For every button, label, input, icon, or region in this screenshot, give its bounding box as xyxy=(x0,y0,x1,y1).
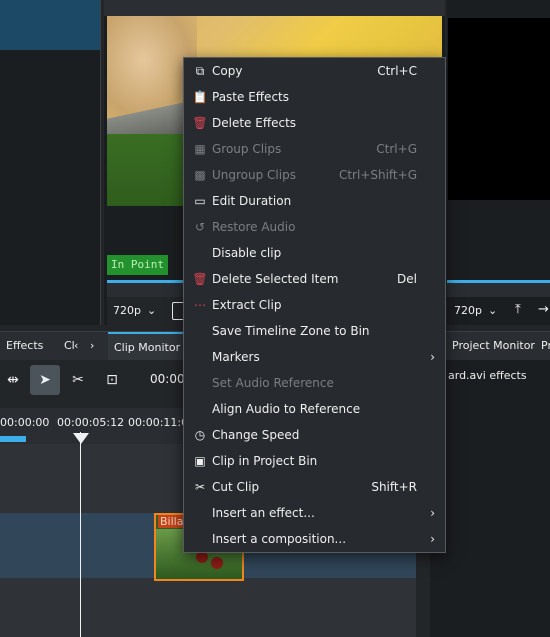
ruler-label: 00:00:00 xyxy=(0,416,50,429)
menu-item-insert-a-composition[interactable]: Insert a composition... › xyxy=(184,526,445,552)
ungroup-icon: ▩ xyxy=(194,168,206,182)
duration-icon: ▭ xyxy=(194,194,206,208)
menu-item-markers[interactable]: Markers › xyxy=(184,344,445,370)
chevron-down-icon: ⌄ xyxy=(487,304,498,317)
project-zoom-value: 720p xyxy=(454,304,482,317)
menu-item-delete-effects[interactable]: 🗑 Delete Effects xyxy=(184,110,445,136)
menu-item-label: Extract Clip xyxy=(212,298,282,312)
select-tool-icon[interactable]: ➤ xyxy=(30,365,60,395)
menu-item-label: Change Speed xyxy=(212,428,300,442)
clip-monitor-frame xyxy=(104,0,445,16)
playhead-handle[interactable] xyxy=(73,433,89,444)
tab-scroll-left-icon[interactable]: ‹ xyxy=(72,332,80,360)
menu-item-label: Clip in Project Bin xyxy=(212,454,318,468)
menu-item-label: Align Audio to Reference xyxy=(212,402,361,416)
menu-item-save-timeline-zone-to-bin[interactable]: Save Timeline Zone to Bin xyxy=(184,318,445,344)
menu-item-label: Set Audio Reference xyxy=(212,376,334,390)
paste-icon: 📋 xyxy=(192,90,208,104)
timeline-zone-bar[interactable] xyxy=(0,436,26,442)
menu-item-delete-selected-item[interactable]: 🗑 Delete Selected Item Del xyxy=(184,266,445,292)
tab-scroll-right-icon[interactable]: › xyxy=(88,332,96,360)
menu-item-shortcut: Ctrl+Shift+G xyxy=(338,168,417,182)
menu-item-group-clips: ▦ Group Clips Ctrl+G xyxy=(184,136,445,162)
menu-item-label: Ungroup Clips xyxy=(212,168,296,182)
ruler-label: 00:00:11:0 xyxy=(128,416,189,429)
menu-item-label: Delete Effects xyxy=(212,116,297,130)
clip-zoom-value: 720p xyxy=(113,304,141,317)
menu-item-copy[interactable]: ⧉ Copy Ctrl+C xyxy=(184,58,445,84)
menu-item-label: Insert an effect... xyxy=(212,506,315,520)
tab-project[interactable]: Pr xyxy=(535,332,550,360)
menu-item-label: Save Timeline Zone to Bin xyxy=(212,324,370,338)
extract-icon: ⋯ xyxy=(194,298,206,312)
menu-item-shortcut: Shift+R xyxy=(371,480,417,494)
project-video-frame[interactable] xyxy=(448,18,550,200)
tab-project-monitor[interactable]: Project Monitor xyxy=(446,332,541,360)
menu-item-insert-an-effect[interactable]: Insert an effect... › xyxy=(184,500,445,526)
menu-item-clip-in-project-bin[interactable]: ▣ Clip in Project Bin xyxy=(184,448,445,474)
menu-item-change-speed[interactable]: ◷ Change Speed xyxy=(184,422,445,448)
menu-item-cut-clip[interactable]: ✂ Cut Clip Shift+R xyxy=(184,474,445,500)
playhead-line[interactable] xyxy=(80,432,81,637)
tab-effects[interactable]: Effects xyxy=(0,332,49,360)
group-icon: ▦ xyxy=(194,142,206,156)
menu-item-shortcut: Ctrl+C xyxy=(377,64,417,78)
zone-out-icon[interactable]: → xyxy=(538,302,549,317)
menu-item-label: Delete Selected Item xyxy=(212,272,339,286)
razor-tool-icon[interactable]: ✂ xyxy=(63,365,93,395)
menu-item-label: Disable clip xyxy=(212,246,282,260)
menu-item-shortcut: Del xyxy=(397,272,417,286)
menu-item-label: Paste Effects xyxy=(212,90,289,104)
menu-item-label: Copy xyxy=(212,64,243,78)
project-monitor xyxy=(447,0,550,325)
menu-item-label: Insert a composition... xyxy=(212,532,347,546)
speed-icon: ◷ xyxy=(194,428,206,442)
chevron-right-icon: › xyxy=(430,506,435,520)
menu-item-label: Markers xyxy=(212,350,260,364)
spacer-tool-icon[interactable]: ⇹ xyxy=(0,365,28,395)
chevron-right-icon: › xyxy=(430,350,435,364)
slip-tool-icon[interactable]: ⊡ xyxy=(97,365,127,395)
menu-item-label: Cut Clip xyxy=(212,480,260,494)
ruler-label: 00:00:05:12 xyxy=(57,416,125,429)
effects-stack-panel xyxy=(430,360,550,637)
clip-zoom-select[interactable]: 720p ⌄ xyxy=(107,300,165,322)
timeline-timecode[interactable]: 00:00 xyxy=(150,372,185,386)
project-monitor-ruler[interactable] xyxy=(447,280,550,297)
bin-icon: ▣ xyxy=(194,454,206,468)
zone-in-icon[interactable]: ⤒ xyxy=(515,302,521,317)
in-point-marker: In Point xyxy=(107,255,168,275)
restore-audio-icon: ↺ xyxy=(194,220,206,234)
trash-icon: 🗑 xyxy=(192,116,208,130)
menu-item-ungroup-clips: ▩ Ungroup Clips Ctrl+Shift+G xyxy=(184,162,445,188)
left-panel-header xyxy=(0,0,100,50)
menu-item-extract-clip[interactable]: ⋯ Extract Clip xyxy=(184,292,445,318)
copy-icon: ⧉ xyxy=(195,64,205,78)
menu-item-edit-duration[interactable]: ▭ Edit Duration xyxy=(184,188,445,214)
menu-item-align-audio-to-reference[interactable]: Align Audio to Reference xyxy=(184,396,445,422)
menu-item-disable-clip[interactable]: Disable clip xyxy=(184,240,445,266)
project-zoom-select[interactable]: 720p ⌄ xyxy=(448,300,506,322)
menu-item-shortcut: Ctrl+G xyxy=(376,142,417,156)
menu-item-label: Edit Duration xyxy=(212,194,292,208)
chevron-right-icon: › xyxy=(430,532,435,546)
chevron-down-icon: ⌄ xyxy=(146,304,157,317)
effects-stack-title: ard.avi effects xyxy=(448,369,527,382)
scissors-icon: ✂ xyxy=(194,480,206,494)
menu-item-set-audio-reference: Set Audio Reference xyxy=(184,370,445,396)
menu-item-label: Restore Audio xyxy=(212,220,296,234)
menu-item-restore-audio: ↺ Restore Audio xyxy=(184,214,445,240)
left-panel xyxy=(0,0,101,325)
clip-thumbnail-ball xyxy=(211,557,223,569)
menu-item-paste-effects[interactable]: 📋 Paste Effects xyxy=(184,84,445,110)
clip-context-menu: ⧉ Copy Ctrl+C 📋 Paste Effects 🗑 Delete Effects… xyxy=(183,57,446,553)
menu-item-label: Group Clips xyxy=(212,142,282,156)
trash-icon: 🗑 xyxy=(192,272,208,286)
